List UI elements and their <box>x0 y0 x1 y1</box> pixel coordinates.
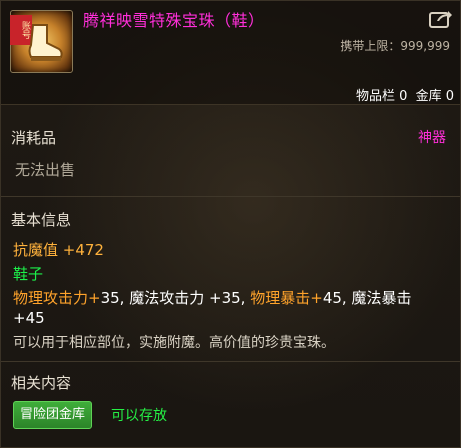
related-heading: 相关内容 <box>11 374 72 392</box>
phys-crit-label: 物理暴击 <box>250 289 311 307</box>
item-description: 可以用于相应部位，实施附魔。高价值的珍贵宝珠。 <box>13 335 335 351</box>
magic-atk-attr: 魔法攻击力 +35, <box>129 289 246 307</box>
boot-icon: 账号 <box>10 10 73 73</box>
phys-atk-value: 35, <box>100 289 125 307</box>
item-title: 腾祥映雪特殊宝珠（鞋） <box>83 11 265 30</box>
trade-status: 无法出售 <box>15 161 76 179</box>
phys-crit-value: 45, <box>322 289 347 307</box>
divider <box>1 196 460 197</box>
item-type: 消耗品 <box>11 129 57 147</box>
carry-limit: 携带上限：999,999 <box>340 39 450 53</box>
magic-resist-stat: 抗魔值 +472 <box>13 241 104 259</box>
boot-shape <box>28 24 63 61</box>
share-icon[interactable] <box>428 9 452 29</box>
adventure-vault-button[interactable]: 冒险团金库 <box>13 401 93 429</box>
phys-atk-plus: + <box>88 289 101 307</box>
inventory-count: 物品栏 0 <box>356 89 408 104</box>
vault-storable-note: 可以存放 <box>111 408 167 424</box>
attribute-line: 物理攻击力+35, 魔法攻击力 +35, 物理暴击+45, 魔法暴击 <box>13 287 411 308</box>
phys-crit-plus: + <box>310 289 323 307</box>
attribute-line-2: +45 <box>13 309 45 327</box>
equip-slot: 鞋子 <box>13 265 44 283</box>
storage-counts: 物品栏 0 金库 0 <box>352 85 454 104</box>
item-tooltip: 账号 腾祥映雪特殊宝珠（鞋） 携带上限：999,999 物品栏 0 金库 0 消… <box>0 0 461 448</box>
vault-count: 金库 0 <box>415 89 454 104</box>
item-grade: 神器 <box>418 130 446 146</box>
basic-info-heading: 基本信息 <box>11 211 72 229</box>
tooltip-header: 账号 腾祥映雪特殊宝珠（鞋） 携带上限：999,999 物品栏 0 金库 0 <box>1 1 460 105</box>
phys-atk-label: 物理攻击力 <box>13 289 89 307</box>
magic-crit-attr: 魔法暴击 <box>351 289 412 307</box>
divider <box>1 361 460 362</box>
